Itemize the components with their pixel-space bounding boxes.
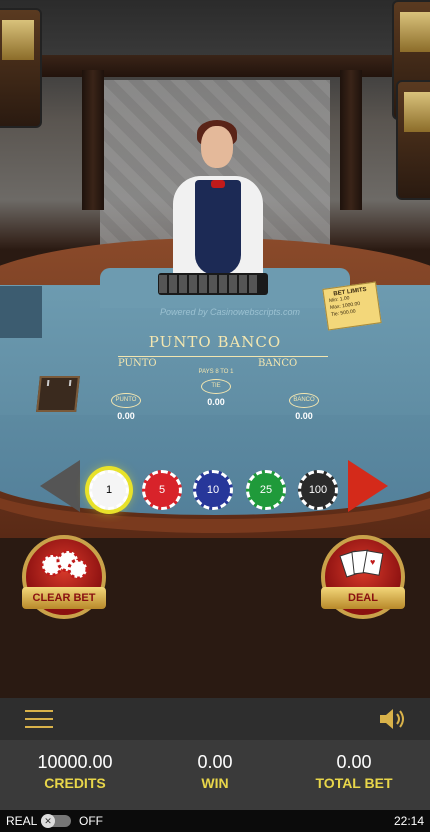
cards-icon: ♥ bbox=[339, 549, 384, 578]
game-screen: Powered by Casinowebscripts.com BET LIMI… bbox=[0, 0, 430, 832]
bet-limits-card: BET LIMITS Min: 1.00 Max: 1000.00 Tie: 5… bbox=[322, 281, 382, 331]
balcony-pillar bbox=[82, 70, 104, 210]
clear-bet-label: CLEAR BET bbox=[22, 587, 106, 609]
deal-label: DEAL bbox=[321, 587, 405, 609]
chip-tray bbox=[158, 273, 268, 295]
credits-label: CREDITS bbox=[44, 775, 106, 791]
chip-25[interactable]: 25 bbox=[246, 470, 286, 510]
tie-bet-value: 0.00 bbox=[207, 397, 225, 407]
banco-label: BANCO bbox=[258, 358, 298, 369]
clock: 22:14 bbox=[393, 814, 424, 828]
win-label: WIN bbox=[201, 775, 229, 791]
card-shoe bbox=[0, 286, 42, 338]
slot-machine bbox=[0, 8, 42, 128]
chip-label: 10 bbox=[206, 484, 220, 496]
banco-bet-spot[interactable]: BANCO bbox=[289, 393, 319, 408]
total-bet-label: TOTAL BET bbox=[315, 775, 393, 791]
chip-5[interactable]: 5 bbox=[142, 470, 182, 510]
punto-label: PUNTO bbox=[118, 358, 157, 369]
powered-by-text: Powered by Casinowebscripts.com bbox=[159, 307, 301, 317]
off-label: OFF bbox=[79, 814, 103, 828]
clear-bet-button[interactable]: CLEAR BET bbox=[22, 535, 106, 619]
stats-panel: 10000.00 CREDITS 0.00 WIN 0.00 TOTAL BET bbox=[0, 740, 430, 810]
banco-bet-value: 0.00 bbox=[295, 411, 313, 421]
chip-label: 25 bbox=[259, 484, 273, 496]
credits-value: 10000.00 bbox=[37, 752, 113, 772]
close-icon: ✕ bbox=[41, 814, 55, 828]
slot-machine bbox=[396, 80, 430, 200]
dealer bbox=[165, 118, 270, 293]
win-stat: 0.00 WIN bbox=[155, 752, 275, 791]
svg-text:♥: ♥ bbox=[370, 557, 375, 567]
balcony-rail bbox=[0, 55, 430, 77]
status-bar: REAL ✕ OFF 22:14 bbox=[0, 810, 430, 832]
punto-bet-spot[interactable]: PUNTO bbox=[111, 393, 141, 408]
felt-divider bbox=[118, 356, 328, 357]
chips-icon bbox=[40, 549, 89, 579]
chevron-left-icon[interactable] bbox=[40, 460, 80, 512]
chip-1[interactable]: 1 bbox=[89, 470, 129, 510]
total-bet-stat: 0.00 TOTAL BET bbox=[294, 752, 414, 791]
chevron-right-icon[interactable] bbox=[348, 460, 388, 512]
chip-label: 100 bbox=[308, 484, 328, 496]
discard-tray bbox=[36, 376, 80, 412]
tie-pays-text: PAYS 8 TO 1 bbox=[198, 369, 234, 375]
chip-label: 5 bbox=[158, 484, 166, 496]
win-value: 0.00 bbox=[197, 752, 233, 772]
chip-label: 1 bbox=[105, 484, 113, 496]
deal-button[interactable]: ♥ DEAL bbox=[321, 535, 405, 619]
real-label: REAL bbox=[6, 814, 38, 828]
total-bet-value: 0.00 bbox=[336, 752, 372, 772]
punto-bet-value: 0.00 bbox=[117, 411, 135, 421]
menu-icon[interactable] bbox=[25, 710, 53, 728]
real-money-toggle[interactable]: ✕ bbox=[41, 814, 71, 828]
toolbar bbox=[0, 698, 430, 740]
sound-icon[interactable] bbox=[376, 706, 408, 732]
balcony-pillar bbox=[340, 70, 362, 210]
credits-stat: 10000.00 CREDITS bbox=[15, 752, 135, 791]
table-title: PUNTO BANCO bbox=[148, 333, 282, 351]
chip-10[interactable]: 10 bbox=[193, 470, 233, 510]
chip-100[interactable]: 100 bbox=[298, 470, 338, 510]
tie-bet-spot[interactable]: TIE bbox=[201, 379, 231, 394]
